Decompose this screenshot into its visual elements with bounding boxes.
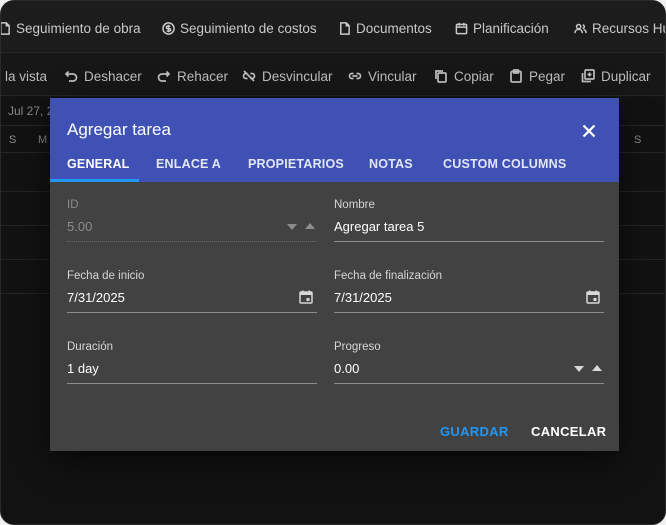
toolbar: la vista Deshacer Rehacer Desvincular Vi… — [1, 54, 665, 96]
field-underline — [334, 312, 604, 313]
duration-field[interactable]: Duración 1 day — [67, 341, 317, 391]
end-date-field[interactable]: Fecha de finalización 7/31/2025 — [334, 270, 604, 320]
tab-enlace-a[interactable]: ENLACE A — [156, 157, 221, 171]
tab-custom-columns[interactable]: CUSTOM COLUMNS — [443, 157, 566, 171]
calendar-icon — [455, 22, 468, 34]
link-icon — [348, 72, 362, 80]
progress-field[interactable]: Progreso 0.00 — [334, 341, 604, 391]
progress-input[interactable]: 0.00 — [334, 361, 359, 376]
toolbar-view-button[interactable]: la vista — [5, 67, 47, 85]
document-icon — [1, 21, 10, 35]
start-date-input[interactable]: 7/31/2025 — [67, 290, 125, 305]
start-date-label: Fecha de inicio — [67, 270, 145, 282]
file-icon — [340, 21, 350, 35]
dialog-title: Agregar tarea — [67, 120, 171, 139]
dialog-header: Agregar tarea GENERAL ENLACE A PROPIETAR… — [50, 98, 619, 182]
nav-item-label: Recursos Hu — [592, 20, 666, 36]
duplicate-icon — [581, 69, 595, 83]
duration-input[interactable]: 1 day — [67, 361, 99, 376]
start-date-field[interactable]: Fecha de inicio 7/31/2025 — [67, 270, 317, 320]
close-button[interactable] — [578, 120, 600, 142]
copy-button[interactable]: Copiar — [434, 67, 494, 85]
dollar-icon — [162, 21, 175, 35]
duration-label: Duración — [67, 341, 114, 353]
decrement-icon[interactable] — [574, 366, 584, 372]
unlink-button[interactable]: Desvincular — [242, 67, 333, 85]
tab-propietarios[interactable]: PROPIETARIOS — [248, 157, 344, 171]
timeline-date: Jul 27, 2 — [8, 104, 54, 118]
cancel-button[interactable]: CANCELAR — [531, 424, 606, 439]
nav-item-planificacion[interactable]: Planificación — [455, 19, 549, 37]
nav-item-label: Planificación — [473, 20, 549, 36]
field-underline — [67, 383, 317, 384]
timeline-day: S — [634, 134, 642, 146]
tab-general[interactable]: GENERAL — [67, 157, 130, 171]
duplicate-button[interactable]: Duplicar — [581, 67, 651, 85]
active-tab-indicator — [50, 179, 139, 182]
top-nav: Seguimiento de obra Seguimiento de costo… — [1, 1, 666, 53]
toolbar-item-label: Pegar — [529, 68, 566, 84]
progress-label: Progreso — [334, 341, 381, 353]
decrement-icon — [287, 224, 297, 230]
paste-icon — [510, 69, 522, 83]
calendar-icon[interactable] — [586, 290, 600, 304]
redo-button[interactable]: Rehacer — [157, 67, 228, 85]
nav-item-label: Documentos — [356, 20, 432, 36]
field-underline — [67, 241, 317, 242]
save-button[interactable]: GUARDAR — [440, 424, 509, 439]
progress-spinner — [574, 365, 602, 372]
nav-item-seguimiento-costos[interactable]: Seguimiento de costos — [162, 19, 317, 37]
link-button[interactable]: Vincular — [348, 67, 417, 85]
id-value: 5.00 — [67, 219, 93, 234]
name-field[interactable]: Nombre Agregar tarea 5 — [334, 199, 604, 249]
nav-item-seguimiento-obra[interactable]: Seguimiento de obra — [1, 19, 141, 37]
nav-item-label: Seguimiento de costos — [180, 20, 317, 36]
tab-notas[interactable]: NOTAS — [369, 157, 413, 171]
nav-item-documentos[interactable]: Documentos — [338, 19, 432, 37]
name-label: Nombre — [334, 199, 375, 211]
toolbar-item-label: Deshacer — [84, 68, 142, 84]
app-window: Seguimiento de obra Seguimiento de costo… — [0, 0, 666, 525]
unlink-icon — [242, 70, 256, 82]
timeline-day: S — [9, 134, 17, 146]
copy-icon — [435, 70, 447, 83]
undo-button[interactable]: Deshacer — [64, 67, 142, 85]
close-icon — [582, 124, 596, 138]
toolbar-item-label: la vista — [5, 68, 48, 84]
paste-button[interactable]: Pegar — [509, 67, 565, 85]
timeline-day: M — [38, 134, 48, 146]
calendar-icon[interactable] — [299, 290, 313, 304]
field-underline — [67, 312, 317, 313]
toolbar-item-label: Rehacer — [177, 68, 229, 84]
undo-icon — [64, 70, 78, 82]
add-task-dialog: Agregar tarea GENERAL ENLACE A PROPIETAR… — [50, 98, 619, 451]
field-underline — [334, 241, 604, 242]
id-label: ID — [67, 199, 79, 211]
toolbar-item-label: Duplicar — [601, 68, 651, 84]
nav-item-label: Seguimiento de obra — [16, 20, 141, 36]
toolbar-item-label: Desvincular — [262, 68, 333, 84]
nav-item-recursos-humanos[interactable]: Recursos Hu — [574, 19, 666, 37]
end-date-input[interactable]: 7/31/2025 — [334, 290, 392, 305]
increment-icon[interactable] — [592, 365, 602, 371]
people-icon — [574, 23, 587, 33]
id-spinner — [287, 223, 315, 230]
name-input[interactable]: Agregar tarea 5 — [334, 219, 424, 234]
field-underline — [334, 383, 604, 384]
redo-icon — [157, 70, 171, 82]
toolbar-item-label: Copiar — [454, 68, 494, 84]
end-date-label: Fecha de finalización — [334, 270, 443, 282]
id-field: ID 5.00 — [67, 199, 317, 249]
increment-icon — [305, 223, 315, 229]
toolbar-item-label: Vincular — [368, 68, 417, 84]
